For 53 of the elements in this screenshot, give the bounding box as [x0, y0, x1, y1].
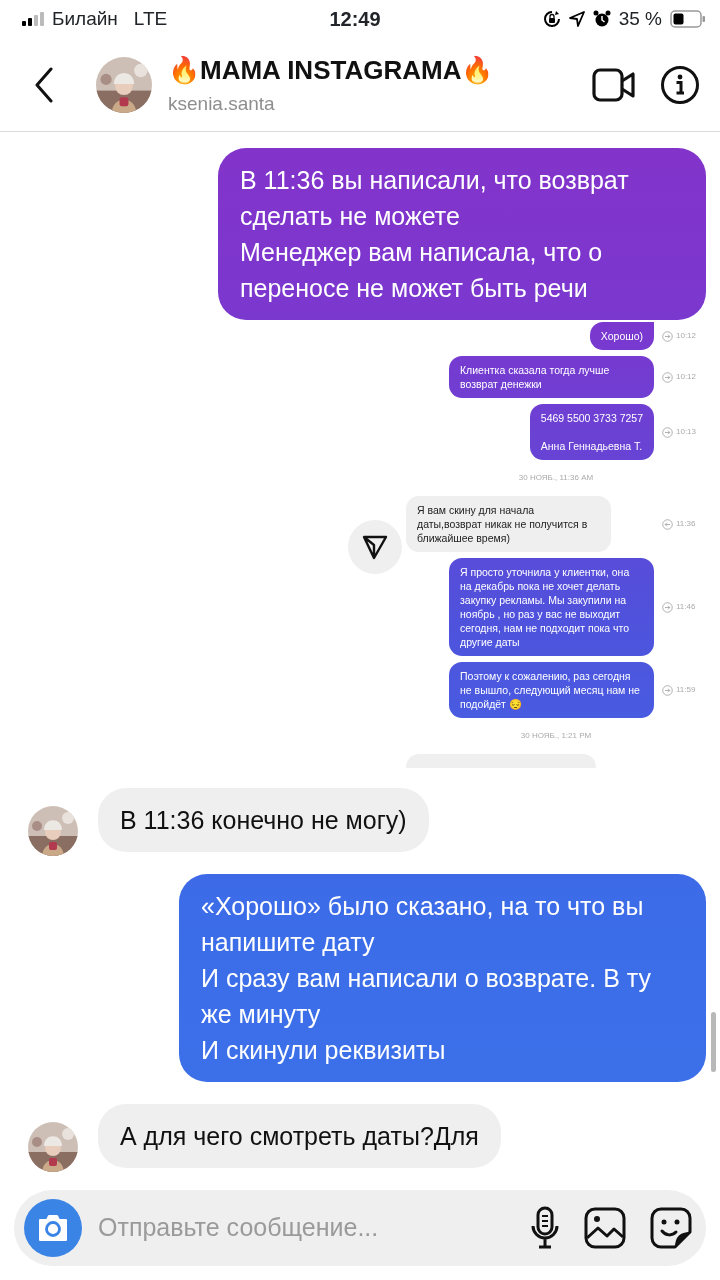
message-time: 10:12 [676, 371, 697, 383]
message-bubble: А для чего смотреть даты?Для [98, 1104, 501, 1168]
message-time: 10:12 [676, 330, 697, 342]
date-separator: 30 НОЯБ., 1:21 PM [520, 731, 592, 740]
battery-percent: 35 % [618, 6, 662, 31]
video-camera-icon [592, 66, 636, 103]
username: ksenia.santa [168, 91, 276, 116]
image-icon [584, 1207, 626, 1249]
message-bubble: Я просто уточнила у клиентки, она на декабрь пока не хочет делать закупку рекламы. Мы закупили на ноябрь , но раз у вас не выходит сегодня, нам не подходит пока что другие даты [449, 558, 654, 656]
info-icon [660, 64, 700, 105]
message-bubble: 5469 5500 3733 7257 Анна Геннадьевна Т. [529, 404, 654, 460]
message-composer[interactable]: Отправьте сообщение... [14, 1190, 706, 1266]
rotation-lock-icon [542, 10, 561, 28]
arrow-circle-icon [662, 601, 673, 613]
network-type: LTE [133, 6, 168, 31]
video-call-button[interactable] [592, 66, 636, 103]
info-button[interactable] [660, 64, 700, 105]
message-time: 11:46 [676, 601, 696, 613]
signal-icon [22, 12, 44, 26]
battery-icon [670, 10, 706, 28]
date-separator: 30 НОЯБ., 11:36 AM [518, 473, 594, 482]
paper-plane-icon [362, 534, 388, 560]
sticker-icon [650, 1207, 692, 1249]
arrow-circle-icon [662, 684, 673, 696]
location-arrow-icon [568, 11, 585, 27]
message-bubble: В 11:36 конечно не могу) [98, 788, 429, 852]
message-bubble: Я вам скину для начала даты,возврат никак не получится в ближайшее время) [406, 496, 611, 552]
gallery-button[interactable] [584, 1207, 626, 1249]
alarm-clock-icon [592, 10, 611, 28]
message-bubble: В 11:36 вы написали, что возврат сделать не можете Менеджер вам написала, что о переносе не может быть речи [218, 148, 706, 320]
carrier-name: Билайн [52, 6, 118, 31]
message-bubble: «Хорошо» было сказано, на то что вы напишите дату И сразу вам написали о возврате. В ту же минуту И скинули реквизиты [179, 874, 706, 1082]
message-bubble: Клиентка сказала тогда лучше возврат денежки [449, 356, 654, 398]
message-time: 11:36 [676, 518, 696, 530]
message-bubble: Хорошо) [589, 322, 654, 350]
message-time: 11:59 [676, 684, 696, 696]
chat-title: 🔥MAMA INSTAGRAMA🔥 [168, 53, 495, 87]
message-bubble: Поэтому к сожалению, раз сегодня не вышло, следующий месяц нам не подойдёт 😔 [449, 662, 654, 718]
message-field[interactable]: Отправьте сообщение... [82, 1208, 530, 1248]
back-button[interactable] [34, 66, 54, 103]
microphone-button[interactable] [530, 1206, 560, 1250]
arrow-circle-icon [662, 371, 673, 383]
arrow-circle-icon [662, 426, 673, 438]
clock: 12:49 [329, 7, 381, 30]
camera-icon [37, 1214, 69, 1242]
message-time: 10:13 [676, 426, 697, 438]
microphone-icon [530, 1206, 560, 1250]
arrow-circle-icon [662, 518, 673, 530]
scrollbar [711, 1012, 716, 1072]
back-icon [34, 66, 54, 103]
camera-button[interactable] [24, 1199, 82, 1257]
arrow-circle-icon [662, 330, 673, 342]
sticker-button[interactable] [650, 1207, 692, 1249]
